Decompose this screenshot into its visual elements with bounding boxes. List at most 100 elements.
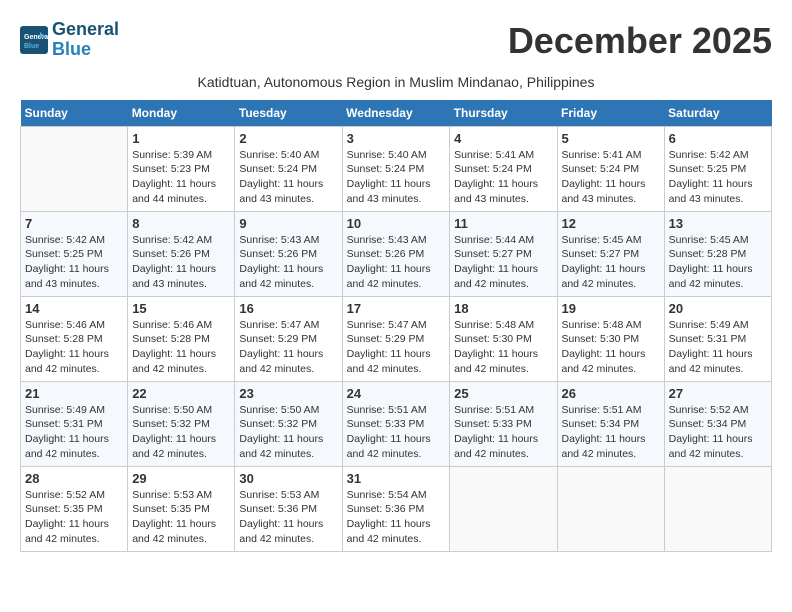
month-title: December 2025 [508,20,772,62]
day-number: 21 [25,386,123,401]
day-info: Sunrise: 5:43 AM Sunset: 5:26 PM Dayligh… [347,233,446,292]
day-number: 4 [454,131,552,146]
day-number: 13 [669,216,767,231]
header-thursday: Thursday [450,100,557,127]
header-monday: Monday [128,100,235,127]
header-sunday: Sunday [21,100,128,127]
day-info: Sunrise: 5:44 AM Sunset: 5:27 PM Dayligh… [454,233,552,292]
day-info: Sunrise: 5:40 AM Sunset: 5:24 PM Dayligh… [347,148,446,207]
calendar-cell: 25 Sunrise: 5:51 AM Sunset: 5:33 PM Dayli… [450,381,557,466]
day-info: Sunrise: 5:43 AM Sunset: 5:26 PM Dayligh… [239,233,337,292]
svg-text:Blue: Blue [24,43,39,50]
day-number: 18 [454,301,552,316]
header-tuesday: Tuesday [235,100,342,127]
day-info: Sunrise: 5:51 AM Sunset: 5:33 PM Dayligh… [454,403,552,462]
day-number: 2 [239,131,337,146]
day-info: Sunrise: 5:45 AM Sunset: 5:28 PM Dayligh… [669,233,767,292]
day-number: 25 [454,386,552,401]
calendar-cell: 12 Sunrise: 5:45 AM Sunset: 5:27 PM Dayli… [557,211,664,296]
day-info: Sunrise: 5:54 AM Sunset: 5:36 PM Dayligh… [347,488,446,547]
day-info: Sunrise: 5:48 AM Sunset: 5:30 PM Dayligh… [562,318,660,377]
calendar-cell: 22Sunrise: 5:50 AM Sunset: 5:32 PM Dayli… [128,381,235,466]
calendar-cell [664,466,771,551]
logo: General Blue General Blue [20,20,119,60]
day-number: 9 [239,216,337,231]
day-info: Sunrise: 5:42 AM Sunset: 5:25 PM Dayligh… [669,148,767,207]
day-number: 7 [25,216,123,231]
day-number: 3 [347,131,446,146]
day-number: 12 [562,216,660,231]
day-info: Sunrise: 5:46 AM Sunset: 5:28 PM Dayligh… [132,318,230,377]
calendar-cell [450,466,557,551]
location: Katidtuan, Autonomous Region in Muslim M… [20,74,772,90]
logo-text: General Blue [52,20,119,60]
day-info: Sunrise: 5:42 AM Sunset: 5:26 PM Dayligh… [132,233,230,292]
day-number: 11 [454,216,552,231]
day-number: 6 [669,131,767,146]
day-info: Sunrise: 5:51 AM Sunset: 5:34 PM Dayligh… [562,403,660,462]
day-number: 8 [132,216,230,231]
day-info: Sunrise: 5:52 AM Sunset: 5:35 PM Dayligh… [25,488,123,547]
calendar-cell: 14 Sunrise: 5:46 AM Sunset: 5:28 PM Dayli… [21,296,128,381]
day-info: Sunrise: 5:47 AM Sunset: 5:29 PM Dayligh… [239,318,337,377]
day-number: 10 [347,216,446,231]
calendar-cell: 26Sunrise: 5:51 AM Sunset: 5:34 PM Dayli… [557,381,664,466]
header-friday: Friday [557,100,664,127]
day-info: Sunrise: 5:53 AM Sunset: 5:36 PM Dayligh… [239,488,337,547]
day-number: 19 [562,301,660,316]
calendar-cell: 15Sunrise: 5:46 AM Sunset: 5:28 PM Dayli… [128,296,235,381]
day-number: 22 [132,386,230,401]
day-info: Sunrise: 5:49 AM Sunset: 5:31 PM Dayligh… [25,403,123,462]
calendar-body: 1 Sunrise: 5:39 AM Sunset: 5:23 PM Daylig… [21,126,772,551]
calendar-cell: 10 Sunrise: 5:43 AM Sunset: 5:26 PM Dayli… [342,211,450,296]
calendar-cell: 18 Sunrise: 5:48 AM Sunset: 5:30 PM Dayli… [450,296,557,381]
calendar-cell: 16 Sunrise: 5:47 AM Sunset: 5:29 PM Dayli… [235,296,342,381]
day-number: 5 [562,131,660,146]
calendar-cell: 23 Sunrise: 5:50 AM Sunset: 5:32 PM Dayli… [235,381,342,466]
calendar-cell: 7 Sunrise: 5:42 AM Sunset: 5:25 PM Daylig… [21,211,128,296]
day-number: 28 [25,471,123,486]
calendar-week-0: 1 Sunrise: 5:39 AM Sunset: 5:23 PM Daylig… [21,126,772,211]
calendar-cell: 2 Sunrise: 5:40 AM Sunset: 5:24 PM Daylig… [235,126,342,211]
calendar-cell: 8 Sunrise: 5:42 AM Sunset: 5:26 PM Daylig… [128,211,235,296]
calendar-week-3: 21 Sunrise: 5:49 AM Sunset: 5:31 PM Dayli… [21,381,772,466]
day-number: 1 [132,131,230,146]
day-info: Sunrise: 5:41 AM Sunset: 5:24 PM Dayligh… [454,148,552,207]
calendar-cell: 29 Sunrise: 5:53 AM Sunset: 5:35 PM Dayli… [128,466,235,551]
day-number: 29 [132,471,230,486]
calendar-cell: 31Sunrise: 5:54 AM Sunset: 5:36 PM Dayli… [342,466,450,551]
calendar-cell: 5 Sunrise: 5:41 AM Sunset: 5:24 PM Daylig… [557,126,664,211]
day-number: 24 [347,386,446,401]
day-info: Sunrise: 5:53 AM Sunset: 5:35 PM Dayligh… [132,488,230,547]
day-number: 20 [669,301,767,316]
calendar-week-2: 14 Sunrise: 5:46 AM Sunset: 5:28 PM Dayli… [21,296,772,381]
calendar-cell: 19 Sunrise: 5:48 AM Sunset: 5:30 PM Dayli… [557,296,664,381]
day-info: Sunrise: 5:52 AM Sunset: 5:34 PM Dayligh… [669,403,767,462]
calendar-cell [557,466,664,551]
calendar-week-1: 7 Sunrise: 5:42 AM Sunset: 5:25 PM Daylig… [21,211,772,296]
header-wednesday: Wednesday [342,100,450,127]
day-info: Sunrise: 5:47 AM Sunset: 5:29 PM Dayligh… [347,318,446,377]
calendar-week-4: 28 Sunrise: 5:52 AM Sunset: 5:35 PM Dayli… [21,466,772,551]
calendar-cell: 13 Sunrise: 5:45 AM Sunset: 5:28 PM Dayli… [664,211,771,296]
day-info: Sunrise: 5:48 AM Sunset: 5:30 PM Dayligh… [454,318,552,377]
calendar-cell: 17Sunrise: 5:47 AM Sunset: 5:29 PM Dayli… [342,296,450,381]
day-info: Sunrise: 5:51 AM Sunset: 5:33 PM Dayligh… [347,403,446,462]
day-info: Sunrise: 5:39 AM Sunset: 5:23 PM Dayligh… [132,148,230,207]
day-number: 23 [239,386,337,401]
calendar-cell: 6 Sunrise: 5:42 AM Sunset: 5:25 PM Daylig… [664,126,771,211]
day-info: Sunrise: 5:42 AM Sunset: 5:25 PM Dayligh… [25,233,123,292]
day-info: Sunrise: 5:40 AM Sunset: 5:24 PM Dayligh… [239,148,337,207]
day-info: Sunrise: 5:46 AM Sunset: 5:28 PM Dayligh… [25,318,123,377]
day-info: Sunrise: 5:41 AM Sunset: 5:24 PM Dayligh… [562,148,660,207]
calendar-cell: 11 Sunrise: 5:44 AM Sunset: 5:27 PM Dayli… [450,211,557,296]
day-info: Sunrise: 5:50 AM Sunset: 5:32 PM Dayligh… [239,403,337,462]
day-number: 27 [669,386,767,401]
day-number: 14 [25,301,123,316]
calendar-cell: 21 Sunrise: 5:49 AM Sunset: 5:31 PM Dayli… [21,381,128,466]
calendar-cell: 3 Sunrise: 5:40 AM Sunset: 5:24 PM Daylig… [342,126,450,211]
calendar-cell: 20Sunrise: 5:49 AM Sunset: 5:31 PM Dayli… [664,296,771,381]
day-info: Sunrise: 5:45 AM Sunset: 5:27 PM Dayligh… [562,233,660,292]
logo-icon: General Blue [20,26,48,54]
day-number: 16 [239,301,337,316]
